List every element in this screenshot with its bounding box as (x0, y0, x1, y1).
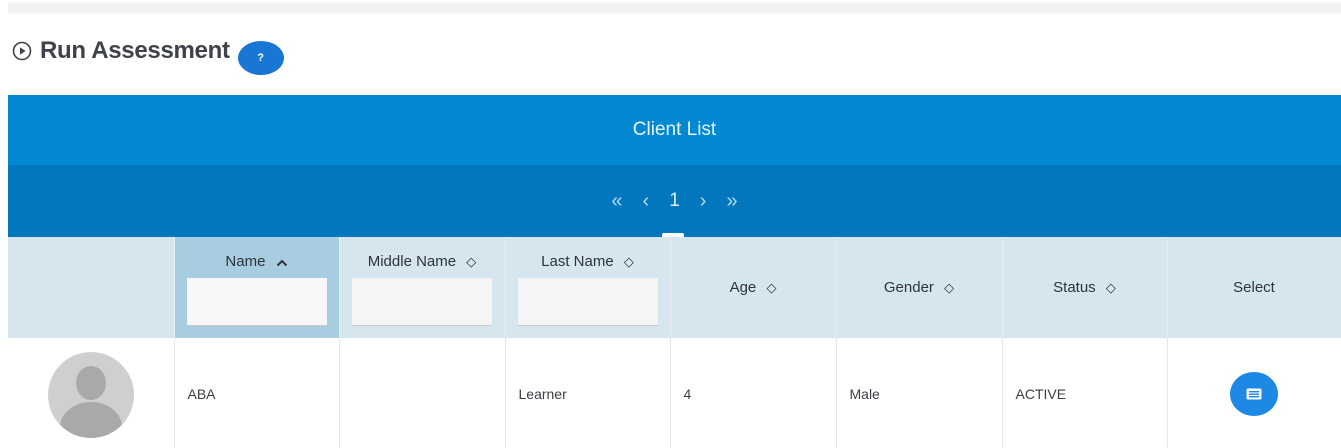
header-last-name[interactable]: Last Name ◇ (505, 237, 671, 338)
header-gender-label: Gender (883, 279, 934, 296)
last-name-filter-input[interactable] (517, 278, 658, 326)
client-table: Name Middle Name ◇ Last Name ◇ Age ◇ Gen… (8, 237, 1341, 448)
table-row[interactable]: ABA Learner 4 Male ACTIVE (8, 338, 1341, 448)
play-circle-icon (12, 41, 32, 61)
sort-icon: ◇ (944, 280, 955, 295)
header-select-label: Select (1233, 279, 1275, 296)
header-select: Select (1167, 237, 1341, 338)
cell-middle-name (339, 338, 506, 448)
cell-age: 4 (670, 338, 837, 448)
help-button[interactable]: ? (237, 41, 284, 75)
next-page-button[interactable]: › (700, 190, 707, 213)
header-age-label: Age (729, 279, 757, 296)
client-list-panel: Client List « ‹ 1 › » Name Middle Name ◇… (8, 95, 1341, 448)
sort-icon: ◇ (1105, 280, 1116, 295)
avatar-placeholder-icon (47, 351, 134, 438)
last-page-button[interactable]: » (726, 190, 737, 213)
sort-icon: ◇ (623, 254, 634, 269)
avatar-cell (8, 338, 175, 448)
name-filter-input[interactable] (186, 278, 327, 326)
header-age[interactable]: Age ◇ (670, 237, 837, 338)
middle-name-filter-input[interactable] (352, 278, 492, 326)
header-status-label: Status (1053, 279, 1096, 296)
sort-asc-icon (276, 259, 287, 266)
header-middle-name-label: Middle Name (367, 253, 457, 270)
page-title: Run Assessment (40, 37, 230, 64)
cell-select (1167, 338, 1341, 448)
header-status[interactable]: Status ◇ (1002, 237, 1168, 338)
first-page-button[interactable]: « (611, 190, 622, 213)
help-button-label: ? (257, 52, 264, 64)
prev-page-button[interactable]: ‹ (643, 190, 650, 213)
top-bar (8, 3, 1341, 13)
header-name-label: Name (225, 253, 266, 270)
header-middle-name[interactable]: Middle Name ◇ (339, 237, 506, 338)
client-list-title: Client List (632, 119, 717, 140)
header-avatar (8, 237, 175, 338)
page-heading: Run Assessment ? (12, 26, 284, 76)
header-name[interactable]: Name (174, 237, 340, 338)
cell-gender: Male (836, 338, 1003, 448)
pagination: « ‹ 1 › » (8, 165, 1341, 237)
cell-name: ABA (174, 338, 340, 448)
current-page[interactable]: 1 (669, 190, 680, 212)
list-card-icon (1246, 388, 1262, 400)
cell-last-name: Learner (505, 338, 671, 448)
client-list-header: Client List (8, 95, 1341, 165)
sort-icon: ◇ (766, 280, 777, 295)
header-last-name-label: Last Name (541, 253, 614, 270)
header-gender[interactable]: Gender ◇ (836, 237, 1003, 338)
table-header-row: Name Middle Name ◇ Last Name ◇ Age ◇ Gen… (8, 237, 1341, 338)
cell-status: ACTIVE (1002, 338, 1168, 448)
sort-icon: ◇ (466, 254, 477, 269)
select-client-button[interactable] (1230, 372, 1278, 416)
